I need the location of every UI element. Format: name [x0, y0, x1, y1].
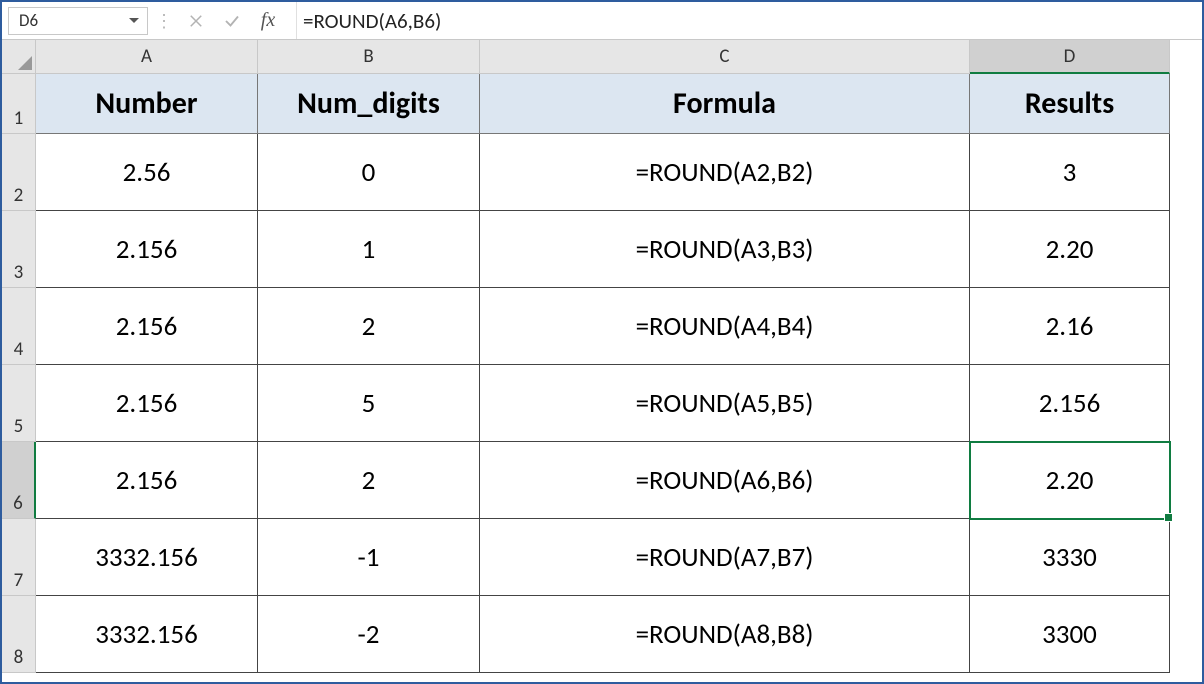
row-header-6[interactable]: 6 — [2, 442, 36, 519]
cell-b2[interactable]: 0 — [258, 134, 480, 211]
cell-a4[interactable]: 2.156 — [36, 288, 258, 365]
col-header-c[interactable]: C — [480, 40, 970, 74]
name-box-value: D6 — [19, 10, 38, 31]
cell-c6[interactable]: =ROUND(A6,B6) — [480, 442, 970, 519]
cell-b5[interactable]: 5 — [258, 365, 480, 442]
cell-c4[interactable]: =ROUND(A4,B4) — [480, 288, 970, 365]
insert-function-button[interactable]: fx — [250, 2, 286, 39]
select-all-corner[interactable] — [2, 40, 36, 74]
cell-a6[interactable]: 2.156 — [36, 442, 258, 519]
cell-d4[interactable]: 2.16 — [970, 288, 1170, 365]
cell-a7[interactable]: 3332.156 — [36, 519, 258, 596]
cell-a8[interactable]: 3332.156 — [36, 596, 258, 673]
close-icon — [187, 12, 205, 30]
row-header-5[interactable]: 5 — [2, 365, 36, 442]
name-box[interactable]: D6 — [8, 7, 148, 35]
row-header-3[interactable]: 3 — [2, 211, 36, 288]
formula-value: =ROUND(A6,B6) — [303, 8, 441, 34]
cell-c2[interactable]: =ROUND(A2,B2) — [480, 134, 970, 211]
cell-b3[interactable]: 1 — [258, 211, 480, 288]
cell-b8[interactable]: -2 — [258, 596, 480, 673]
col-header-b[interactable]: B — [258, 40, 480, 74]
fx-label: fx — [261, 9, 275, 32]
cell-d1[interactable]: Results — [970, 74, 1170, 134]
cell-b4[interactable]: 2 — [258, 288, 480, 365]
cell-a5[interactable]: 2.156 — [36, 365, 258, 442]
cell-a2[interactable]: 2.56 — [36, 134, 258, 211]
cell-d3[interactable]: 2.20 — [970, 211, 1170, 288]
cell-c3[interactable]: =ROUND(A3,B3) — [480, 211, 970, 288]
cell-b6[interactable]: 2 — [258, 442, 480, 519]
divider-icon: ⋮ — [160, 6, 166, 36]
col-header-d[interactable]: D — [970, 40, 1170, 74]
cell-d2[interactable]: 3 — [970, 134, 1170, 211]
cell-b1[interactable]: Num_digits — [258, 74, 480, 134]
chevron-down-icon[interactable] — [129, 18, 139, 23]
check-icon — [223, 12, 241, 30]
formula-input[interactable]: =ROUND(A6,B6) — [296, 2, 1202, 39]
sheet-area: A B C D 1 2 3 4 5 6 7 8 Number Num_digit… — [2, 40, 1202, 682]
cell-b7[interactable]: -1 — [258, 519, 480, 596]
row-header-7[interactable]: 7 — [2, 519, 36, 596]
row-header-8[interactable]: 8 — [2, 596, 36, 673]
cell-a1[interactable]: Number — [36, 74, 258, 134]
cell-c1[interactable]: Formula — [480, 74, 970, 134]
cell-d7[interactable]: 3330 — [970, 519, 1170, 596]
row-header-1[interactable]: 1 — [2, 74, 36, 134]
formula-bar: D6 ⋮ fx =ROUND(A6,B6) — [2, 2, 1202, 40]
row-header-4[interactable]: 4 — [2, 288, 36, 365]
cell-d6[interactable]: 2.20 — [970, 442, 1170, 519]
confirm-formula-button[interactable] — [214, 2, 250, 39]
cell-d8[interactable]: 3300 — [970, 596, 1170, 673]
row-header-2[interactable]: 2 — [2, 134, 36, 211]
cell-c5[interactable]: =ROUND(A5,B5) — [480, 365, 970, 442]
cell-c8[interactable]: =ROUND(A8,B8) — [480, 596, 970, 673]
cell-a3[interactable]: 2.156 — [36, 211, 258, 288]
cell-c7[interactable]: =ROUND(A7,B7) — [480, 519, 970, 596]
col-header-a[interactable]: A — [36, 40, 258, 74]
cell-d5[interactable]: 2.156 — [970, 365, 1170, 442]
cancel-formula-button[interactable] — [178, 2, 214, 39]
